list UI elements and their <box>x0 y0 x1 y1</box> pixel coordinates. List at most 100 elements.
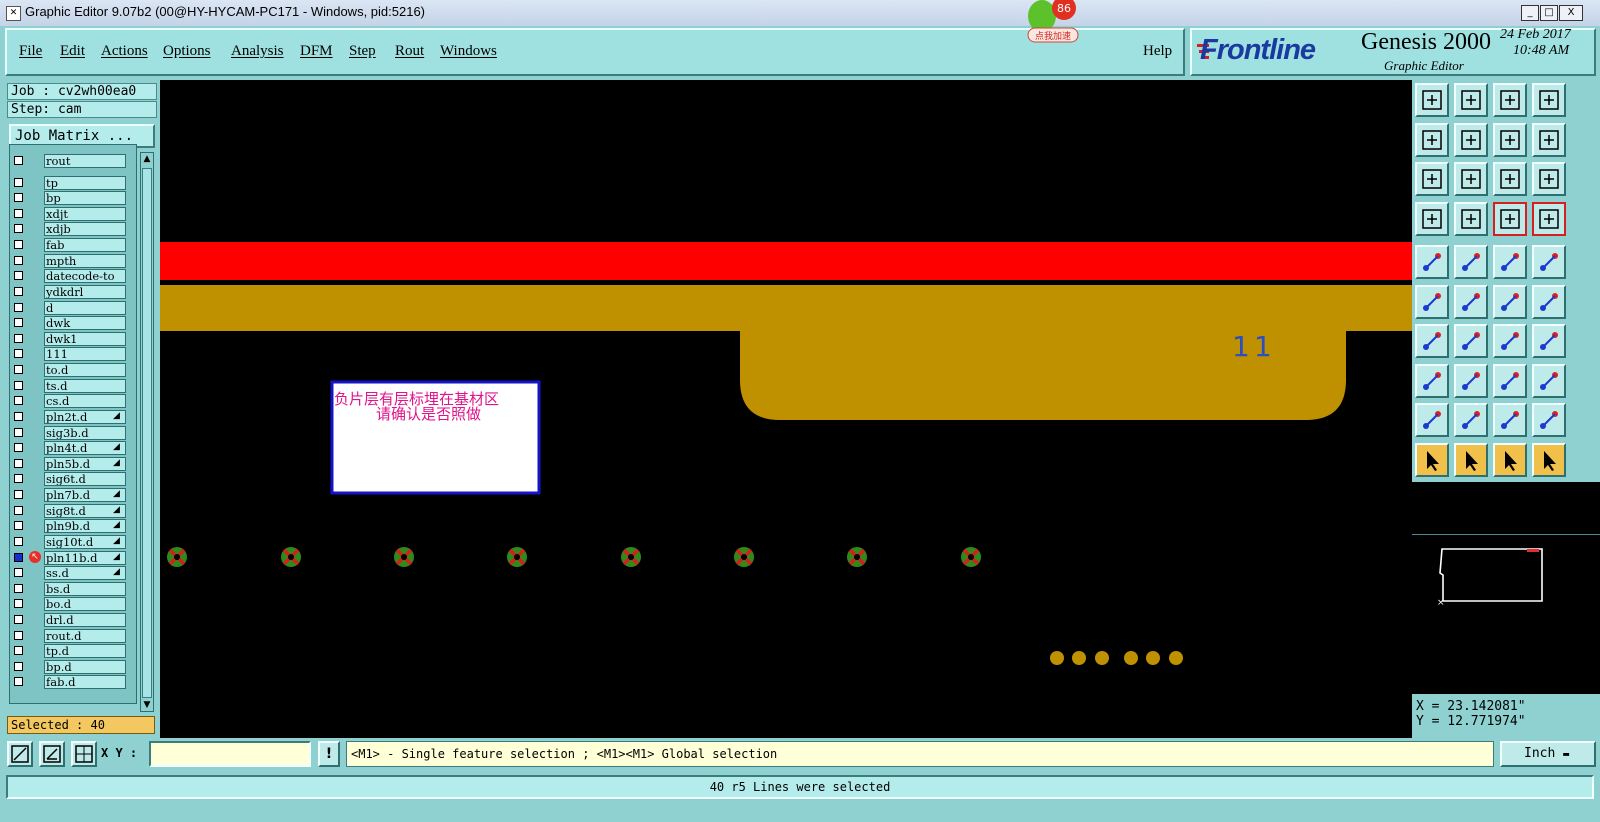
mirror-text-icon[interactable] <box>1532 324 1566 358</box>
layer-checkbox[interactable] <box>14 380 23 390</box>
layer-name[interactable]: drl.d <box>44 612 126 627</box>
layer-checkbox[interactable] <box>14 661 23 671</box>
snap-pad-icon[interactable] <box>1454 201 1488 236</box>
layer-checkbox[interactable] <box>14 411 23 421</box>
overview-map[interactable]: × <box>1412 534 1600 641</box>
copper-pad[interactable] <box>1072 651 1086 665</box>
layer-name[interactable]: rout.d <box>44 628 126 643</box>
layer-row[interactable]: xdjt <box>10 206 136 222</box>
zoom-back-icon[interactable] <box>1493 122 1527 157</box>
menu-dfm[interactable]: DFM <box>300 43 333 60</box>
red-plane-band[interactable] <box>160 242 1412 280</box>
layer-checkbox[interactable] <box>14 536 23 546</box>
scroll-up-icon[interactable]: ▲ <box>141 153 153 165</box>
menu-edit[interactable]: Edit <box>60 43 85 60</box>
layer-row[interactable]: fab.d <box>10 674 136 690</box>
cut-line-icon[interactable] <box>1454 363 1488 398</box>
layer-name[interactable]: cs.d <box>44 394 126 409</box>
layer-checkbox[interactable] <box>14 177 23 187</box>
arrow-line-icon[interactable] <box>1454 324 1488 358</box>
layer-row[interactable]: tp <box>10 175 136 191</box>
layer-checkbox[interactable] <box>14 568 23 578</box>
layer-checkbox[interactable] <box>14 458 23 468</box>
menu-file[interactable]: File <box>19 43 42 60</box>
layer-checkbox[interactable] <box>14 255 23 265</box>
menu-step[interactable]: Step <box>349 43 376 60</box>
layer-checkbox[interactable] <box>14 240 23 250</box>
layer-row[interactable]: sig3b.d <box>10 425 136 441</box>
layer-name[interactable]: fab.d <box>44 675 126 690</box>
layer-name[interactable]: tp.d <box>44 644 126 659</box>
save-icon[interactable] <box>1454 83 1488 117</box>
layer-checkbox[interactable] <box>14 552 23 562</box>
target-pad[interactable] <box>734 547 754 567</box>
layer-checkbox[interactable] <box>14 583 23 593</box>
layer-checkbox[interactable] <box>14 443 23 453</box>
layer-name[interactable]: fab <box>44 238 126 253</box>
ruler-icon[interactable] <box>1493 245 1527 279</box>
layer-checkbox[interactable] <box>14 396 23 406</box>
copper-pad[interactable] <box>1124 651 1138 665</box>
layer-row[interactable]: pln9b.d ◢ <box>10 518 136 534</box>
graphic-canvas[interactable]: 11 负片层有层标埋在基材区 请确认是否照做 <box>160 80 1412 738</box>
layer-name[interactable]: bs.d <box>44 581 126 596</box>
layer-name[interactable]: d <box>44 300 126 315</box>
angle-snap-icon[interactable] <box>39 741 65 767</box>
select-point-icon[interactable] <box>1532 284 1566 319</box>
layer-row[interactable]: dwk1 <box>10 331 136 347</box>
layer-row[interactable]: sig10t.d ◢ <box>10 534 136 550</box>
layer-name[interactable]: mpth <box>44 253 126 268</box>
menu-actions[interactable]: Actions <box>101 43 148 60</box>
layer-row[interactable]: 111 <box>10 346 136 362</box>
layer-row[interactable]: pln7b.d ◢ <box>10 487 136 503</box>
layer-name[interactable]: ydkdrl <box>44 284 126 299</box>
layer-row[interactable]: bs.d <box>10 581 136 597</box>
zoom-fit-icon[interactable] <box>1415 162 1449 196</box>
layer-name[interactable]: xdjt <box>44 206 126 221</box>
fit-left-icon[interactable] <box>1415 122 1449 157</box>
layer-name[interactable]: sig6t.d <box>44 472 126 487</box>
layer-checkbox[interactable] <box>14 521 23 531</box>
layer-row[interactable]: d <box>10 300 136 316</box>
close-button[interactable]: X <box>1559 5 1583 21</box>
layer-name[interactable]: datecode-to <box>44 269 126 284</box>
connect-icon[interactable] <box>1415 284 1449 319</box>
zoom-area-icon[interactable] <box>7 741 33 767</box>
layer-checkbox[interactable] <box>14 286 23 296</box>
xy-input[interactable] <box>149 741 311 767</box>
polygon-tool-icon[interactable] <box>1454 245 1488 279</box>
display-graph-icon[interactable] <box>1532 201 1566 236</box>
target-pad[interactable] <box>847 547 867 567</box>
arc-up-icon[interactable] <box>1454 403 1488 437</box>
layer-scroll-thumb[interactable] <box>142 168 152 698</box>
target-pad[interactable] <box>281 547 301 567</box>
layer-name[interactable]: bo.d <box>44 597 126 612</box>
layer-row[interactable]: ↖ pln11b.d ◢ <box>10 550 136 566</box>
fit-right-icon[interactable] <box>1454 122 1488 157</box>
layer-checkbox[interactable] <box>14 490 23 500</box>
layer-checkbox[interactable] <box>14 208 23 218</box>
layer-checkbox[interactable] <box>14 156 23 165</box>
menu-options[interactable]: Options <box>163 43 211 60</box>
target-pad[interactable] <box>167 547 187 567</box>
redraw-icon[interactable] <box>1532 122 1566 157</box>
layer-checkbox[interactable] <box>14 224 23 234</box>
home-icon[interactable] <box>1493 83 1527 117</box>
select-path-icon[interactable] <box>1532 442 1566 477</box>
layer-row[interactable]: sig8t.d ◢ <box>10 503 136 519</box>
warning-icon[interactable]: ! <box>318 741 340 767</box>
layer-checkbox[interactable] <box>14 646 23 656</box>
target-pad[interactable] <box>621 547 641 567</box>
layer-name[interactable]: dwk1 <box>44 331 126 346</box>
layer-row[interactable]: mpth <box>10 253 136 269</box>
layer-checkbox[interactable] <box>14 505 23 515</box>
layer-row[interactable]: bp.d <box>10 659 136 675</box>
arc-node-icon[interactable] <box>1532 403 1566 437</box>
layer-row[interactable]: ydkdrl <box>10 284 136 300</box>
cross-icon[interactable] <box>1454 284 1488 319</box>
layer-row[interactable]: pln4t.d ◢ <box>10 440 136 456</box>
minimize-button[interactable]: _ <box>1521 5 1539 21</box>
layer-row[interactable]: rout <box>10 153 136 169</box>
layer-row[interactable]: to.d <box>10 362 136 378</box>
pad-tool-icon[interactable] <box>1415 245 1449 279</box>
